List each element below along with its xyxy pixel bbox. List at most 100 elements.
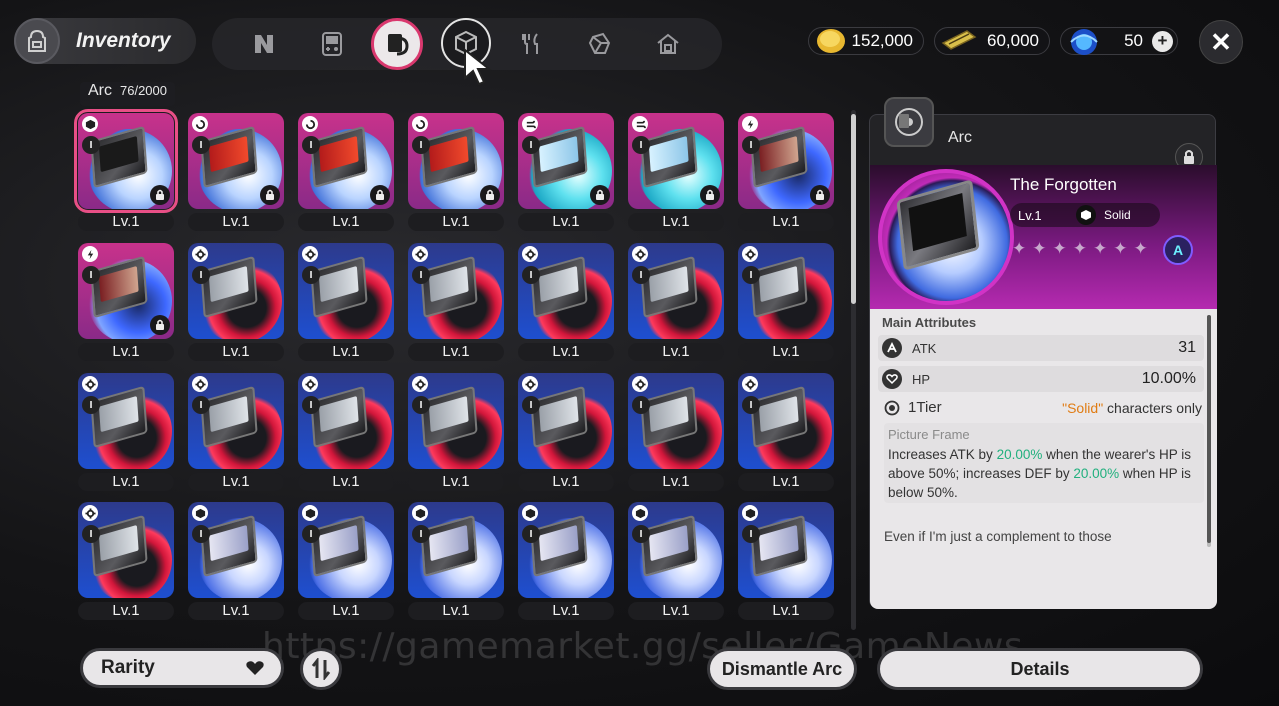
arc-card[interactable]: I bbox=[408, 373, 504, 469]
tier-badge: I bbox=[412, 136, 430, 154]
star-icon: ✦ bbox=[1012, 239, 1027, 258]
add-orb-button[interactable]: + bbox=[1152, 31, 1173, 52]
utensils-icon bbox=[522, 33, 538, 54]
tier-badge: I bbox=[302, 525, 320, 543]
arc-card[interactable]: I bbox=[188, 502, 284, 598]
arc-hero: The Forgotten Lv.1 Solid ✦ ✦ ✦ ✦ ✦ ✦ ✦ A bbox=[870, 165, 1217, 309]
lock-icon bbox=[810, 185, 830, 205]
backpack-icon bbox=[14, 18, 60, 64]
arc-card[interactable]: I bbox=[298, 243, 394, 339]
rank-a-icon: A bbox=[1163, 235, 1193, 265]
gold-coin-icon bbox=[817, 29, 845, 53]
arc-card[interactable]: I bbox=[518, 243, 614, 339]
effect-value: 20.00% bbox=[1073, 466, 1120, 481]
arc-level-label: Lv.1 bbox=[738, 213, 834, 231]
cube-element-icon bbox=[82, 116, 98, 132]
arc-card[interactable]: I bbox=[408, 502, 504, 598]
arc-level-label: Lv.1 bbox=[628, 473, 724, 491]
tier-badge: I bbox=[302, 396, 320, 414]
gear-element-icon bbox=[192, 376, 208, 392]
details-button[interactable]: Details bbox=[877, 648, 1203, 690]
gear-element-icon bbox=[302, 246, 318, 262]
tab-arc[interactable] bbox=[371, 18, 423, 70]
requirement-attribute: "Solid" bbox=[1062, 399, 1104, 416]
arc-level-label: Lv.1 bbox=[78, 473, 174, 491]
tier-badge: I bbox=[742, 266, 760, 284]
solid-attribute-icon bbox=[1076, 205, 1096, 225]
tab-food[interactable] bbox=[512, 24, 552, 64]
arc-level-label: Lv.1 bbox=[298, 343, 394, 361]
star-icon: ✦ bbox=[1032, 239, 1047, 258]
grid-scrollbar-thumb[interactable] bbox=[851, 114, 856, 304]
arc-category-label: Arc bbox=[88, 82, 112, 99]
arc-level: Lv.1 bbox=[1018, 207, 1042, 223]
cube-element-icon bbox=[192, 505, 208, 521]
arc-card[interactable]: I bbox=[78, 502, 174, 598]
gold-amount: 152,000 bbox=[851, 31, 913, 50]
rarity-sort-dropdown[interactable]: Rarity bbox=[80, 648, 284, 688]
arc-category-badge bbox=[884, 97, 934, 147]
arc-card[interactable]: I bbox=[188, 113, 284, 209]
main-attributes-title: Main Attributes bbox=[882, 315, 977, 330]
arc-card[interactable]: I bbox=[188, 243, 284, 339]
arc-card[interactable]: I bbox=[518, 113, 614, 209]
arc-level-label: Lv.1 bbox=[518, 473, 614, 491]
arc-card[interactable]: I bbox=[628, 502, 724, 598]
arc-card[interactable]: I bbox=[628, 113, 724, 209]
arc-card[interactable]: I bbox=[738, 243, 834, 339]
arc-card[interactable]: I bbox=[738, 502, 834, 598]
tier-badge: I bbox=[632, 396, 650, 414]
atk-icon bbox=[882, 338, 902, 358]
tier-badge: I bbox=[412, 266, 430, 284]
arc-card[interactable]: I bbox=[518, 502, 614, 598]
tab-n-logo[interactable] bbox=[244, 24, 284, 64]
arc-attribute: Solid bbox=[1104, 208, 1131, 222]
detail-scrollbar[interactable] bbox=[1207, 315, 1211, 547]
arc-level-label: Lv.1 bbox=[738, 343, 834, 361]
arc-card[interactable]: I bbox=[408, 113, 504, 209]
lock-icon bbox=[1184, 150, 1194, 164]
tier-badge: I bbox=[82, 525, 100, 543]
arc-card[interactable]: I bbox=[78, 373, 174, 469]
star-icon: ✦ bbox=[1072, 239, 1087, 258]
bolt-element-icon bbox=[82, 246, 98, 262]
gear-element-icon bbox=[82, 376, 98, 392]
currency-orb[interactable]: 50 + bbox=[1060, 27, 1178, 55]
arc-count-header: Arc 76/2000 bbox=[80, 82, 175, 106]
tab-home[interactable] bbox=[648, 24, 688, 64]
tab-console[interactable] bbox=[312, 24, 352, 64]
dismantle-arc-button[interactable]: Dismantle Arc bbox=[707, 648, 857, 690]
grid-scrollbar[interactable] bbox=[851, 110, 856, 630]
currency-gold[interactable]: 152,000 bbox=[808, 27, 924, 55]
currency-ticket[interactable]: 60,000 bbox=[934, 27, 1050, 55]
mouse-cursor-icon bbox=[464, 48, 492, 86]
arc-card[interactable]: I bbox=[628, 373, 724, 469]
bolt-element-icon bbox=[742, 116, 758, 132]
arc-card[interactable]: I bbox=[298, 113, 394, 209]
arc-card[interactable]: I bbox=[408, 243, 504, 339]
arc-card[interactable]: I bbox=[738, 113, 834, 209]
arc-card[interactable]: I bbox=[738, 373, 834, 469]
tier-target-icon bbox=[884, 400, 900, 415]
detail-scrollbar-thumb[interactable] bbox=[1207, 315, 1211, 543]
arc-card[interactable]: I bbox=[78, 243, 174, 339]
cube-element-icon bbox=[412, 505, 428, 521]
sort-order-button[interactable] bbox=[300, 648, 342, 690]
arc-card[interactable]: I bbox=[188, 373, 284, 469]
arc-card[interactable]: I bbox=[518, 373, 614, 469]
close-button[interactable]: ✕ bbox=[1199, 20, 1243, 64]
tab-crystal[interactable] bbox=[580, 24, 620, 64]
cube-element-icon bbox=[302, 505, 318, 521]
arc-card[interactable]: I bbox=[628, 243, 724, 339]
arc-level-label: Lv.1 bbox=[408, 602, 504, 620]
arc-disc-icon bbox=[895, 108, 923, 136]
arc-card[interactable]: I bbox=[74, 109, 178, 213]
home-icon bbox=[657, 33, 679, 54]
arc-level-label: Lv.1 bbox=[298, 473, 394, 491]
sort-label: Rarity bbox=[101, 657, 155, 678]
arc-card[interactable]: I bbox=[298, 502, 394, 598]
ticket-icon bbox=[941, 30, 977, 50]
arc-level-label: Lv.1 bbox=[408, 343, 504, 361]
arc-card[interactable]: I bbox=[298, 373, 394, 469]
page-title: Inventory bbox=[76, 29, 171, 52]
